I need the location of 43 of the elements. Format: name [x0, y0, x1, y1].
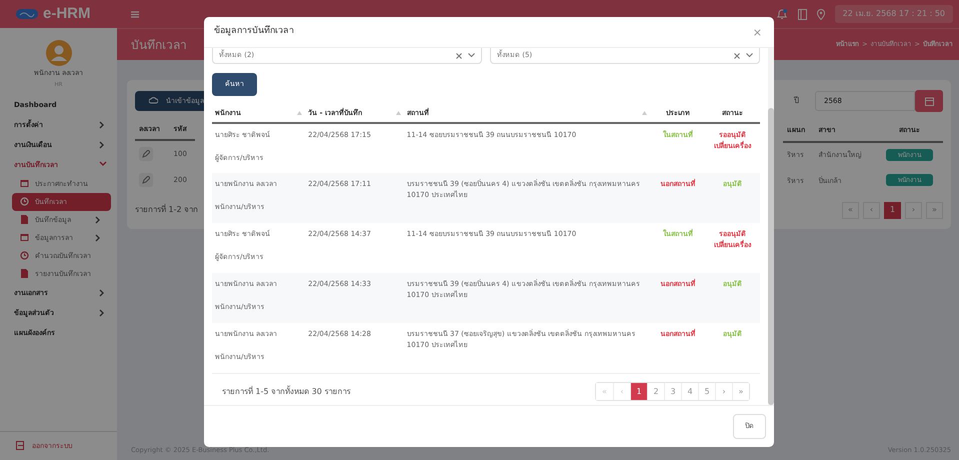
pencil-icon — [142, 176, 150, 184]
location-pin-icon[interactable] — [816, 8, 825, 20]
page-link[interactable]: « — [842, 202, 859, 218]
edit-button[interactable] — [139, 146, 153, 160]
file-icon — [20, 215, 29, 224]
brand-name: e-HRM — [43, 4, 90, 24]
sort-icon[interactable] — [396, 110, 401, 115]
user-avatar-icon — [46, 40, 72, 66]
page-title: บันทึกเวลา — [131, 36, 187, 54]
sort-icon[interactable] — [642, 110, 648, 115]
clear-icon[interactable] — [734, 52, 740, 58]
close-button[interactable]: × — [750, 26, 764, 38]
logout-icon[interactable] — [16, 441, 24, 450]
page-link[interactable]: 1 — [884, 202, 901, 218]
clock-icon — [20, 251, 29, 260]
page-link[interactable]: 1 — [630, 383, 647, 400]
edit-button[interactable] — [139, 173, 153, 187]
page-link[interactable]: » — [926, 202, 943, 218]
pencil-icon — [142, 150, 150, 158]
clock-icon — [20, 197, 29, 206]
chevron-down-icon[interactable] — [468, 53, 475, 58]
bell-icon[interactable] — [776, 8, 788, 20]
sort-icon[interactable] — [297, 110, 302, 115]
scrollbar[interactable] — [768, 48, 774, 405]
modal-title: ข้อมูลการบันทึกเวลา — [214, 25, 294, 38]
calendar-icon — [20, 233, 29, 242]
clear-icon[interactable] — [456, 52, 462, 58]
record-summary: รายการที่ 1-2 จาก — [135, 204, 198, 216]
chevron-down-icon[interactable] — [746, 53, 753, 58]
logo-icon — [16, 9, 38, 19]
book-icon[interactable] — [798, 8, 807, 20]
calendar-icon — [924, 96, 934, 106]
menu-icon[interactable] — [131, 10, 139, 18]
file-icon — [20, 269, 29, 278]
year-label: ปี — [794, 95, 799, 107]
record-summary: รายการที่ 1-5 จากทั้งหมด 30 รายการ — [222, 386, 350, 398]
page-link[interactable]: ‹ — [863, 202, 880, 218]
page-link[interactable]: › — [905, 202, 922, 218]
calendar-icon — [20, 179, 29, 188]
cloud-icon — [149, 97, 158, 105]
page-link[interactable]: » — [732, 383, 749, 400]
datetime-display: 22 เม.ย. 2568 17 : 21 : 50 — [834, 5, 953, 23]
calendar-button[interactable] — [915, 90, 943, 112]
